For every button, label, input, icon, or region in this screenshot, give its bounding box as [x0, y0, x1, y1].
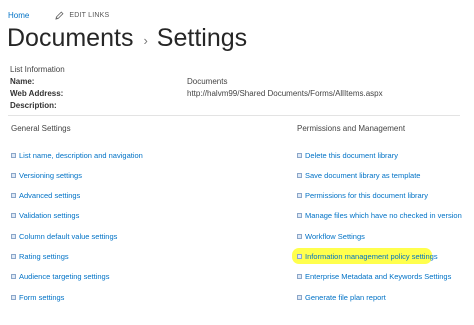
link-rating-settings[interactable]: Rating settings [11, 252, 69, 261]
bullet-icon [11, 173, 16, 178]
link-validation-settings[interactable]: Validation settings [11, 211, 79, 220]
link-label: Save document library as template [305, 171, 421, 180]
general-settings-heading: General Settings [11, 124, 71, 133]
link-generate-file-plan-report[interactable]: Generate file plan report [297, 293, 386, 302]
link-label: Information management policy settings [305, 252, 438, 261]
bullet-icon [297, 153, 302, 158]
bullet-icon [297, 274, 302, 279]
bullet-icon [297, 213, 302, 218]
bullet-icon [11, 274, 16, 279]
top-nav: Home EDIT LINKS [8, 11, 109, 20]
bullet-icon [11, 295, 16, 300]
bullet-icon [11, 153, 16, 158]
link-label: List name, description and navigation [19, 151, 143, 160]
edit-links-button[interactable]: EDIT LINKS [55, 11, 109, 20]
link-information-management-policy[interactable]: Information management policy settings [297, 252, 438, 261]
link-manage-checked-out-files[interactable]: Manage files which have no checked in ve… [297, 211, 462, 220]
link-label: Enterprise Metadata and Keywords Setting… [305, 272, 452, 281]
info-value: http://halvm99/Shared Documents/Forms/Al… [187, 89, 383, 98]
page-title: Documents › Settings [7, 24, 247, 53]
link-audience-targeting-settings[interactable]: Audience targeting settings [11, 272, 109, 281]
link-enterprise-metadata-keywords[interactable]: Enterprise Metadata and Keywords Setting… [297, 272, 451, 281]
bullet-icon [11, 254, 16, 259]
link-versioning-settings[interactable]: Versioning settings [11, 171, 82, 180]
info-row-description: Description: [10, 101, 460, 112]
home-link[interactable]: Home [8, 11, 29, 20]
link-save-as-template[interactable]: Save document library as template [297, 171, 420, 180]
bullet-icon [297, 173, 302, 178]
link-form-settings[interactable]: Form settings [11, 293, 64, 302]
info-row-web-address: Web Address: http://halvm99/Shared Docum… [10, 89, 460, 100]
link-label: Permissions for this document library [305, 191, 428, 200]
info-label: Description: [10, 101, 57, 110]
bullet-icon [297, 234, 302, 239]
bullet-icon [11, 213, 16, 218]
info-label: Name: [10, 77, 35, 86]
link-column-default-value-settings[interactable]: Column default value settings [11, 232, 117, 241]
breadcrumb-documents[interactable]: Documents [7, 24, 133, 53]
link-label: Validation settings [19, 211, 80, 220]
link-label: Column default value settings [19, 232, 118, 241]
list-information-heading: List Information [10, 65, 65, 74]
link-label: Delete this document library [305, 151, 398, 160]
permissions-management-heading: Permissions and Management [297, 124, 406, 133]
link-label: Workflow Settings [305, 232, 365, 241]
pencil-icon [55, 11, 64, 20]
link-label: Advanced settings [19, 191, 81, 200]
bullet-icon [11, 193, 16, 198]
link-list-name-description-navigation[interactable]: List name, description and navigation [11, 151, 143, 160]
bullet-icon [297, 295, 302, 300]
breadcrumb-separator-icon: › [143, 33, 148, 48]
link-label: Generate file plan report [305, 293, 386, 302]
link-label: Audience targeting settings [19, 272, 110, 281]
link-label: Versioning settings [19, 171, 82, 180]
link-label: Rating settings [19, 252, 69, 261]
bullet-icon [297, 254, 302, 259]
link-advanced-settings[interactable]: Advanced settings [11, 191, 80, 200]
breadcrumb-settings: Settings [156, 24, 248, 52]
link-label: Manage files which have no checked in ve… [305, 211, 462, 220]
link-delete-document-library[interactable]: Delete this document library [297, 151, 398, 160]
bullet-icon [11, 234, 16, 239]
link-permissions[interactable]: Permissions for this document library [297, 191, 428, 200]
info-value: Documents [187, 77, 228, 86]
edit-links-label: EDIT LINKS [69, 12, 110, 19]
link-workflow-settings[interactable]: Workflow Settings [297, 232, 365, 241]
info-row-name: Name: Documents [10, 77, 460, 88]
link-label: Form settings [19, 293, 65, 302]
info-label: Web Address: [10, 89, 64, 98]
section-divider [8, 115, 460, 116]
bullet-icon [297, 193, 302, 198]
